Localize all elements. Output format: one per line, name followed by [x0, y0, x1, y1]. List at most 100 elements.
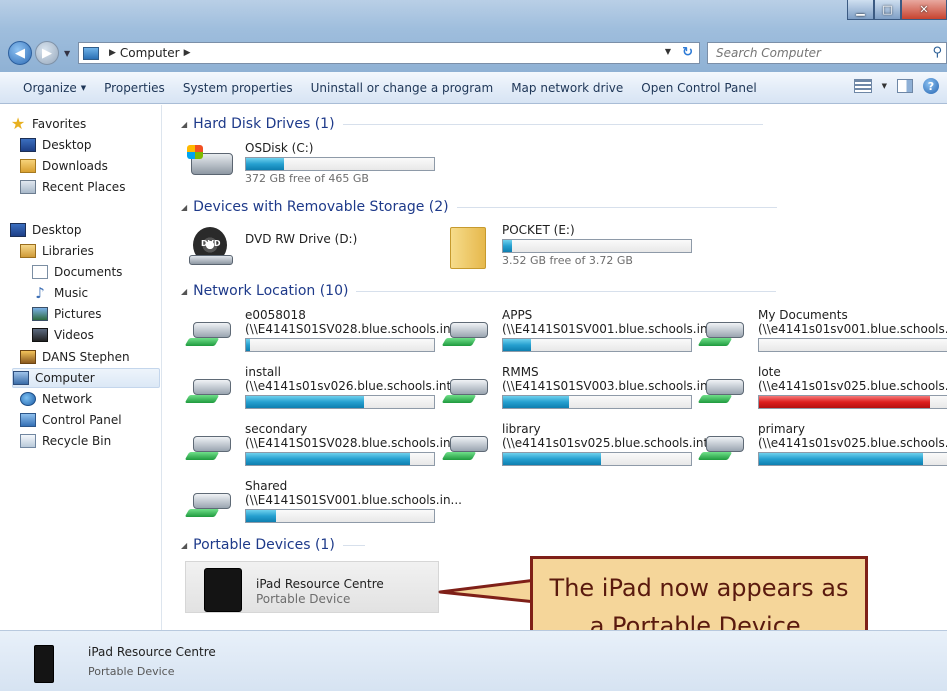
network-drive-tile[interactable]: APPS (\\E4141S01SV001.blue.schools.in... — [441, 308, 719, 362]
map-network-drive-button[interactable]: Map network drive — [502, 81, 632, 95]
ipad-icon — [34, 645, 54, 683]
usage-fill — [759, 453, 923, 465]
network-drive-icon — [697, 369, 748, 409]
address-dropdown-icon[interactable]: ▼ — [665, 47, 671, 56]
nav-label: Downloads — [42, 159, 108, 173]
drive-name: secondary — [245, 422, 308, 436]
collapse-icon[interactable]: ◢ — [181, 287, 187, 296]
search-icon[interactable]: ⚲ — [932, 45, 942, 60]
nav-documents[interactable]: Documents — [32, 262, 160, 282]
network-drive-icon — [441, 426, 492, 466]
change-view-icon[interactable] — [853, 79, 872, 93]
organize-button[interactable]: Organize ▼ — [14, 81, 95, 95]
breadcrumb-arrow-icon[interactable]: ▶ — [109, 48, 116, 58]
collapse-icon[interactable]: ◢ — [181, 203, 187, 212]
open-control-panel-button[interactable]: Open Control Panel — [632, 81, 765, 95]
network-icon — [20, 392, 36, 406]
usage-bar — [502, 395, 692, 409]
network-drive-icon — [697, 312, 748, 352]
network-drive-tile[interactable]: e0058018 (\\E4141S01SV028.blue.schools.in… — [184, 308, 462, 362]
command-bar: Organize ▼ Properties System properties U… — [0, 72, 947, 104]
nav-libraries[interactable]: Libraries — [20, 241, 160, 261]
nav-label: Favorites — [32, 117, 87, 131]
view-dropdown-icon[interactable]: ▼ — [882, 82, 887, 90]
uninstall-program-button[interactable]: Uninstall or change a program — [302, 81, 503, 95]
refresh-icon[interactable]: ↻ — [682, 45, 693, 60]
usage-bar — [245, 338, 435, 352]
usage-fill — [503, 240, 513, 252]
group-title: Portable Devices (1) — [193, 537, 335, 553]
group-header-portable-devices[interactable]: ◢ Portable Devices (1) — [181, 535, 365, 555]
nav-desktop[interactable]: Desktop — [10, 220, 160, 240]
folder-icon — [444, 227, 492, 269]
usage-bar — [758, 395, 947, 409]
network-drive-tile[interactable]: lote(\\e4141s01sv025.blue.schools.int... — [697, 365, 947, 419]
usage-bar — [758, 452, 947, 466]
network-drive-tile[interactable]: install (\\e4141s01sv026.blue.schools.int… — [184, 365, 463, 419]
drive-path: (\\E4141S01SV003.blue.schools.in... — [502, 379, 719, 393]
forward-button[interactable]: ▶ — [35, 41, 59, 65]
drive-name: install — [245, 365, 281, 379]
group-header-removable-storage[interactable]: ◢ Devices with Removable Storage (2) — [181, 197, 777, 217]
dvd-drive-icon: DVD — [187, 227, 235, 267]
drive-tile-pocket[interactable]: POCKET (E:) 3.52 GB free of 3.72 GB — [444, 223, 692, 277]
usage-fill — [246, 453, 410, 465]
nav-network[interactable]: Network — [20, 389, 160, 409]
help-icon[interactable]: ? — [923, 78, 939, 94]
network-drive-tile[interactable]: primary(\\e4141s01sv025.blue.schools.int… — [697, 422, 947, 476]
back-button[interactable]: ◀ — [8, 41, 32, 65]
hard-drive-icon — [187, 145, 235, 185]
drive-name: OSDisk (C:) — [245, 141, 314, 155]
network-drive-tile[interactable]: secondary (\\E4141S01SV028.blue.schools.i… — [184, 422, 462, 476]
drive-tile-dvd[interactable]: DVD DVD RW Drive (D:) — [187, 223, 357, 277]
chevron-down-icon: ▼ — [80, 84, 87, 92]
recent-pages-dropdown-icon[interactable]: ▼ — [64, 49, 70, 58]
address-bar[interactable]: ▶ Computer ▶ ▼ ↻ — [78, 42, 700, 64]
group-header-hard-disk-drives[interactable]: ◢ Hard Disk Drives (1) — [181, 114, 763, 134]
system-properties-button[interactable]: System properties — [174, 81, 302, 95]
usage-fill — [246, 158, 284, 170]
libraries-icon — [20, 244, 36, 258]
free-space-text: 372 GB free of 465 GB — [245, 172, 369, 185]
nav-user-folder[interactable]: DANS Stephen — [20, 347, 160, 367]
nav-pictures[interactable]: Pictures — [32, 304, 160, 324]
network-drive-tile[interactable]: library (\\e4141s01sv025.blue.schools.int… — [441, 422, 720, 476]
nav-videos[interactable]: Videos — [32, 325, 160, 345]
nav-label: Libraries — [42, 244, 94, 258]
nav-label: Recycle Bin — [42, 434, 112, 448]
drive-path: (\\E4141S01SV001.blue.schools.in... — [245, 493, 462, 507]
nav-control-panel[interactable]: Control Panel — [20, 410, 160, 430]
collapse-icon[interactable]: ◢ — [181, 120, 187, 129]
free-space-text: 3.52 GB free of 3.72 GB — [502, 254, 633, 267]
nav-recycle-bin[interactable]: Recycle Bin — [20, 431, 160, 451]
maximize-button[interactable]: □ — [874, 0, 901, 20]
properties-button[interactable]: Properties — [95, 81, 174, 95]
search-box[interactable]: ⚲ — [707, 42, 947, 64]
network-drive-tile[interactable]: My Documents (\\e4141s01sv001.blue.school… — [697, 308, 947, 362]
group-header-network-location[interactable]: ◢ Network Location (10) — [181, 281, 777, 301]
group-divider — [456, 206, 777, 208]
network-drive-tile[interactable]: RMMS (\\E4141S01SV003.blue.schools.in... — [441, 365, 719, 419]
nav-recent-places[interactable]: Recent Places — [20, 177, 160, 197]
network-drive-tile[interactable]: Shared (\\E4141S01SV001.blue.schools.in..… — [184, 479, 462, 533]
preview-pane-icon[interactable] — [897, 79, 913, 93]
nav-favorites[interactable]: ★ Favorites — [10, 114, 160, 134]
usage-bar — [245, 509, 435, 523]
usage-bar — [502, 338, 692, 352]
search-input[interactable] — [716, 46, 921, 60]
desktop-icon — [20, 138, 36, 152]
nav-desktop-favorite[interactable]: Desktop — [20, 135, 160, 155]
breadcrumb-computer[interactable]: Computer — [120, 46, 180, 60]
collapse-icon[interactable]: ◢ — [181, 541, 187, 550]
breadcrumb-arrow-icon[interactable]: ▶ — [184, 48, 191, 58]
minimize-button[interactable]: ▁ — [847, 0, 874, 20]
close-button[interactable]: ✕ — [901, 0, 947, 20]
drive-tile-osdisk[interactable]: OSDisk (C:) 372 GB free of 465 GB — [187, 141, 435, 195]
details-type: Portable Device — [88, 665, 175, 678]
nav-computer[interactable]: Computer — [12, 368, 160, 388]
drive-name: library — [502, 422, 541, 436]
usage-bar — [245, 395, 435, 409]
nav-music[interactable]: ♪ Music — [32, 283, 160, 303]
portable-device-ipad[interactable]: iPad Resource Centre Portable Device — [185, 561, 439, 613]
nav-downloads[interactable]: Downloads — [20, 156, 160, 176]
